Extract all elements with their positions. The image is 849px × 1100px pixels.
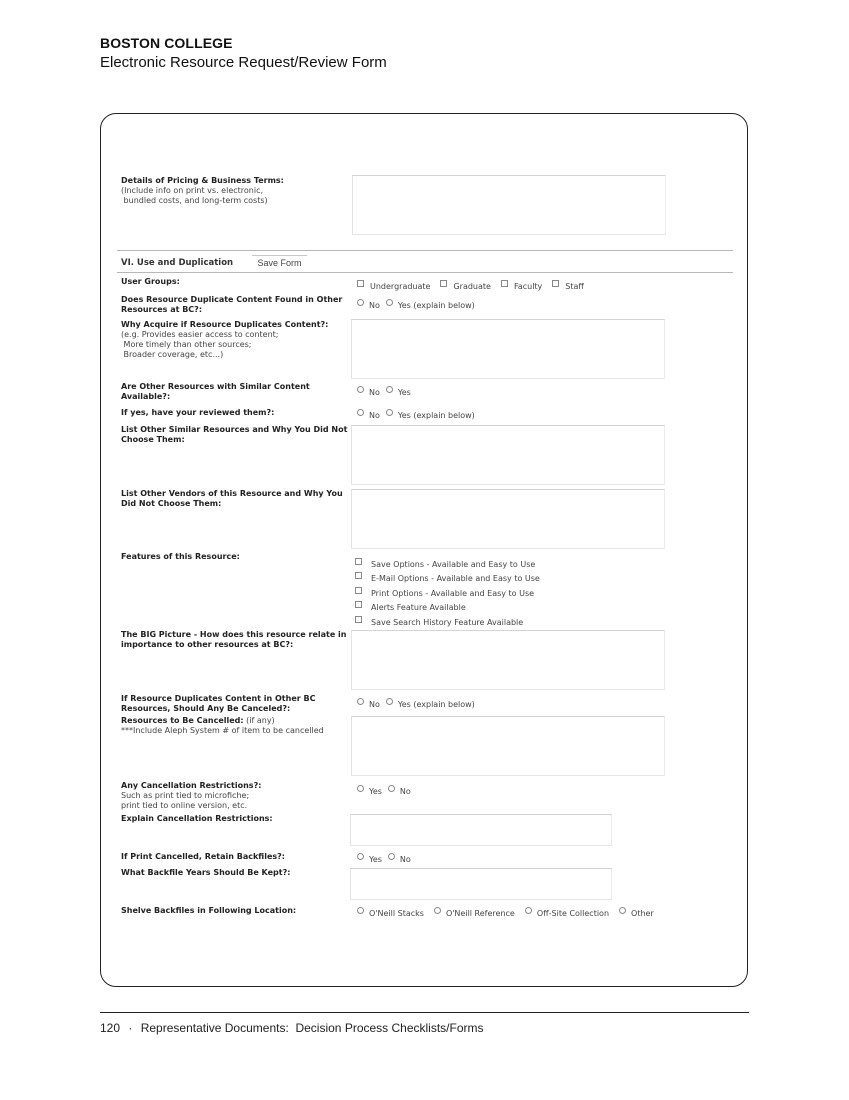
checkbox-graduate[interactable]: Graduate	[440, 280, 491, 291]
big-picture-textarea[interactable]	[351, 630, 665, 690]
section-divider-top	[117, 250, 733, 251]
radio-duplicate-yes[interactable]: Yes (explain below)	[385, 299, 475, 310]
shelve-location-label: Shelve Backfiles in Following Location:	[121, 906, 297, 915]
explain-restrictions-label: Explain Cancellation Restrictions:	[121, 814, 273, 823]
checkbox-icon[interactable]	[355, 572, 362, 580]
checkbox-icon[interactable]	[500, 280, 508, 287]
why-acquire-label: Why Acquire if Resource Duplicates Conte…	[121, 320, 329, 359]
checkbox-staff[interactable]: Staff	[552, 280, 584, 291]
page-number: 120	[100, 1021, 121, 1035]
checkbox-email-options[interactable]: E-Mail Options - Available and Easy to U…	[355, 572, 540, 587]
backfile-years-textarea[interactable]	[350, 868, 612, 900]
radio-icon[interactable]	[387, 785, 395, 792]
reviewed-label: If yes, have your reviewed them?:	[121, 408, 275, 417]
radio-duplicate-no[interactable]: No	[357, 299, 380, 310]
radio-reviewed-yes[interactable]: Yes (explain below)	[385, 409, 475, 420]
checkbox-save-options[interactable]: Save Options - Available and Easy to Use	[355, 557, 540, 572]
radio-restrictions-yes[interactable]: Yes	[357, 785, 382, 796]
radio-icon[interactable]	[357, 386, 364, 393]
checkbox-undergraduate[interactable]: Undergraduate	[357, 280, 430, 291]
radio-reviewed-no[interactable]: No	[357, 409, 380, 420]
why-acquire-textarea[interactable]	[351, 319, 665, 379]
list-similar-label: List Other Similar Resources and Why You…	[121, 425, 348, 444]
radio-icon[interactable]	[357, 785, 364, 792]
checkbox-icon[interactable]	[355, 586, 362, 594]
radio-icon[interactable]	[385, 698, 393, 705]
radio-icon[interactable]	[385, 386, 393, 393]
checkbox-print-options[interactable]: Print Options - Available and Easy to Us…	[355, 586, 540, 601]
similar-available-label: Are Other Resources with Similar Content…	[121, 382, 310, 401]
duplicate-content-options: No Yes (explain below)	[357, 299, 485, 310]
cancel-restrictions-options: Yes No	[357, 785, 421, 796]
checkbox-icon[interactable]	[355, 557, 362, 565]
checkbox-icon[interactable]	[440, 280, 448, 287]
should-cancel-options: No Yes (explain below)	[357, 698, 485, 709]
radio-oneill-stacks[interactable]: O'Neill Stacks	[357, 907, 424, 918]
user-groups-label: User Groups:	[121, 277, 180, 286]
list-similar-textarea[interactable]	[351, 425, 665, 485]
radio-icon[interactable]	[357, 698, 364, 705]
footer-text: Representative Documents: Decision Proce…	[140, 1021, 484, 1035]
radio-retain-yes[interactable]: Yes	[357, 853, 382, 864]
radio-icon[interactable]	[385, 409, 393, 416]
similar-available-options: No Yes	[357, 386, 421, 397]
big-picture-label: The BIG Picture - How does this resource…	[121, 630, 347, 649]
radio-icon[interactable]	[357, 853, 364, 860]
section-title: VI. Use and Duplication	[121, 258, 234, 268]
checkbox-icon[interactable]	[355, 601, 362, 609]
should-cancel-label: If Resource Duplicates Content in Other …	[121, 694, 316, 713]
radio-offsite-collection[interactable]: Off-Site Collection	[524, 907, 609, 918]
list-vendors-textarea[interactable]	[351, 489, 665, 549]
document-title: Electronic Resource Request/Review Form	[100, 54, 387, 71]
features-label: Features of this Resource:	[121, 552, 240, 561]
radio-similar-yes[interactable]: Yes	[385, 386, 411, 397]
section-divider-bottom	[117, 272, 733, 273]
explain-restrictions-textarea[interactable]	[350, 814, 612, 846]
checkbox-alerts[interactable]: Alerts Feature Available	[355, 601, 540, 616]
radio-restrictions-no[interactable]: No	[387, 785, 411, 796]
checkbox-save-search-history[interactable]: Save Search History Feature Available	[355, 615, 540, 630]
retain-backfiles-options: Yes No	[357, 853, 421, 864]
pricing-textarea[interactable]	[352, 175, 666, 235]
cancel-restrictions-label: Any Cancellation Restrictions?: Such as …	[121, 781, 262, 810]
pricing-label: Details of Pricing & Business Terms: (In…	[121, 176, 284, 205]
list-vendors-label: List Other Vendors of this Resource and …	[121, 489, 343, 508]
radio-icon[interactable]	[357, 907, 364, 914]
to-cancel-textarea[interactable]	[351, 716, 665, 776]
duplicate-content-label: Does Resource Duplicate Content Found in…	[121, 295, 343, 314]
retain-backfiles-label: If Print Cancelled, Retain Backfiles?:	[121, 852, 285, 861]
radio-other[interactable]: Other	[619, 907, 654, 918]
save-form-button[interactable]: Save Form	[252, 255, 307, 270]
radio-similar-no[interactable]: No	[357, 386, 380, 397]
checkbox-faculty[interactable]: Faculty	[500, 280, 542, 291]
radio-icon[interactable]	[524, 907, 532, 914]
footer-divider	[100, 1012, 749, 1013]
radio-cancel-no[interactable]: No	[357, 698, 380, 709]
checkbox-icon[interactable]	[357, 280, 364, 287]
features-options: Save Options - Available and Easy to Use…	[355, 557, 540, 630]
shelve-location-options: O'Neill Stacks O'Neill Reference Off-Sit…	[357, 907, 664, 918]
page-footer: 120 · Representative Documents: Decision…	[100, 1021, 484, 1035]
to-cancel-label: Resources to Be Cancelled: (if any) ***I…	[121, 716, 324, 735]
backfile-years-label: What Backfile Years Should Be Kept?:	[121, 868, 291, 877]
user-groups-options: Undergraduate Graduate Faculty Staff	[357, 280, 594, 291]
checkbox-icon[interactable]	[355, 615, 362, 623]
radio-retain-no[interactable]: No	[387, 853, 411, 864]
reviewed-options: No Yes (explain below)	[357, 409, 485, 420]
radio-icon[interactable]	[385, 299, 393, 306]
radio-icon[interactable]	[357, 409, 364, 416]
organization-name: BOSTON COLLEGE	[100, 35, 233, 51]
radio-icon[interactable]	[433, 907, 441, 914]
radio-cancel-yes[interactable]: Yes (explain below)	[385, 698, 475, 709]
checkbox-icon[interactable]	[552, 280, 560, 287]
radio-icon[interactable]	[619, 907, 627, 914]
radio-icon[interactable]	[387, 853, 395, 860]
footer-separator: ·	[128, 1021, 133, 1035]
radio-icon[interactable]	[357, 299, 364, 306]
radio-oneill-reference[interactable]: O'Neill Reference	[433, 907, 515, 918]
